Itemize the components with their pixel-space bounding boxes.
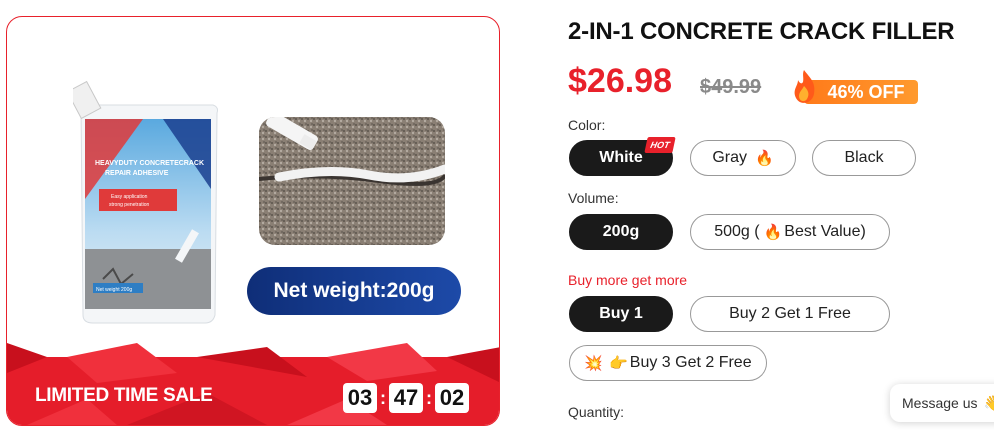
timer-hours: 03: [343, 383, 377, 413]
discount-label: 46% OFF: [804, 80, 918, 104]
fire-icon: 🔥: [763, 224, 783, 241]
message-us-label: Message us: [902, 395, 978, 411]
volume-option-label-pre: 500g (: [714, 223, 760, 240]
hot-badge: HOT: [644, 137, 676, 153]
color-option-label: Gray: [712, 149, 747, 166]
sparkle-icon: 💥: [584, 355, 604, 372]
color-option-label: Black: [844, 149, 884, 166]
pouch-sub-2: strong penetration: [109, 202, 150, 208]
discount-badge: 46% OFF: [790, 68, 922, 108]
bundle-option-label: Buy 3 Get 2 Free: [629, 354, 752, 371]
product-gallery-card[interactable]: HEAVYDUTY CONCRETECRACK REPAIR ADHESIVE …: [6, 16, 500, 426]
bundle-option-label: Buy 2 Get 1 Free: [729, 305, 851, 322]
message-us-button[interactable]: Message us 👋: [890, 384, 994, 422]
original-price: $49.99: [700, 76, 762, 98]
countdown-timer: 03 : 47 : 02: [343, 383, 469, 413]
bundle-option-buy-1[interactable]: Buy 1: [569, 296, 673, 332]
color-option-gray[interactable]: Gray 🔥: [690, 140, 796, 176]
timer-minutes: 47: [389, 383, 423, 413]
timer-seconds: 02: [435, 383, 469, 413]
bundle-option-label: Buy 1: [599, 305, 643, 322]
bundle-option-buy-2[interactable]: Buy 2 Get 1 Free: [690, 296, 890, 332]
hand-wave-icon: 👋: [983, 395, 994, 412]
product-pouch-image: HEAVYDUTY CONCRETECRACK REPAIR ADHESIVE …: [73, 80, 218, 324]
pouch-title-2: REPAIR ADHESIVE: [105, 170, 169, 177]
product-page: HEAVYDUTY CONCRETECRACK REPAIR ADHESIVE …: [0, 0, 994, 430]
sale-label: LIMITED TIME SALE: [35, 385, 213, 406]
color-option-label: White: [599, 149, 643, 166]
pointing-hand-icon: 👉: [609, 355, 628, 372]
quantity-label: Quantity:: [568, 404, 625, 420]
volume-option-label-post: Best Value): [784, 223, 866, 240]
timer-separator: :: [426, 387, 432, 408]
timer-separator: :: [380, 387, 386, 408]
pouch-sub-1: Easy application: [111, 194, 148, 200]
fire-icon: 🔥: [754, 150, 774, 167]
limited-time-sale-bar: LIMITED TIME SALE 03 : 47 : 02: [7, 343, 499, 425]
pouch-title-1: HEAVYDUTY CONCRETECRACK: [95, 160, 204, 167]
color-option-black[interactable]: Black: [812, 140, 916, 176]
volume-label: Volume:: [568, 190, 619, 206]
crack-repair-sample-image: [259, 117, 445, 245]
volume-option-label: 200g: [602, 223, 640, 240]
net-weight-pill: Net weight:200g: [247, 267, 461, 315]
product-title: 2-IN-1 CONCRETE CRACK FILLER: [568, 18, 955, 45]
color-label: Color:: [568, 117, 606, 133]
pouch-weight: Net weight 200g: [96, 287, 132, 293]
volume-option-200g[interactable]: 200g: [569, 214, 673, 250]
sale-price: $26.98: [568, 62, 672, 100]
fire-icon: [794, 70, 815, 103]
volume-option-500g[interactable]: 500g ( 🔥 Best Value): [690, 214, 890, 250]
bundle-option-buy-3[interactable]: 💥 👉 Buy 3 Get 2 Free: [569, 345, 767, 381]
buy-more-label: Buy more get more: [568, 272, 688, 288]
